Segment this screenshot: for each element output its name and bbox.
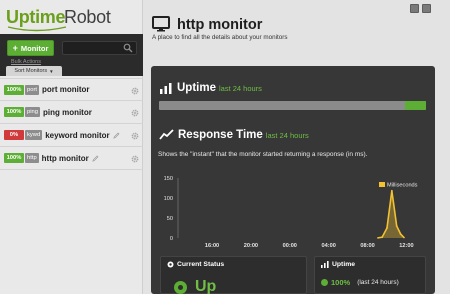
gear-icon[interactable]	[131, 109, 139, 117]
bulk-actions-link[interactable]: Bulk Actions	[11, 59, 41, 65]
chart-x-tick-label: 00:00	[283, 243, 297, 249]
chart-x-tick-label: 08:00	[360, 243, 374, 249]
uptime-summary-value: 100%	[331, 278, 351, 287]
chart-data-point	[390, 189, 393, 192]
sort-monitors-label: Sort Monitors	[14, 68, 48, 74]
search-icon[interactable]	[123, 43, 133, 53]
uptime-section-title: Uptime last 24 hours	[177, 82, 262, 94]
uptime-period: last 24 hours	[218, 84, 262, 93]
monitor-row-port[interactable]: 100% port port monitor	[0, 78, 143, 101]
uptime-bar-up-segment	[404, 101, 426, 110]
expand-icon[interactable]	[410, 4, 419, 13]
uptime-percent-badge: 100%	[4, 153, 24, 163]
chart-y-tick-label: 50	[167, 216, 173, 222]
chart-data-point	[381, 236, 384, 239]
monitor-type-badge: kywd	[25, 130, 43, 140]
response-time-chart: 150 100 50 0 16:00 20:00 00:00 04:00 08:00 12:00 M…	[164, 176, 418, 249]
response-time-section-title: Response Time last 24 hours	[178, 129, 309, 141]
monitor-name: http monitor	[41, 153, 89, 163]
current-status-card: Current Status Up	[160, 256, 307, 294]
chart-y-tick-label: 150	[164, 176, 173, 182]
uptimerobot-logo[interactable]: Uptime Robot	[6, 7, 116, 32]
chart-legend-swatch	[379, 182, 385, 187]
uptime-summary-card: Uptime 100% (last 24 hours)	[314, 256, 426, 294]
uptime-summary-period: (last 24 hours)	[357, 279, 399, 286]
chart-data-point	[386, 227, 388, 229]
monitor-type-badge: ping	[25, 107, 40, 117]
response-time-description: Shows the "instant" that the monitor sta…	[158, 151, 368, 158]
chart-legend-label: Milliseconds	[387, 183, 418, 189]
uptime-summary-title: Uptime	[332, 261, 356, 268]
add-monitor-label: Monitor	[20, 43, 49, 53]
chart-data-point	[395, 225, 398, 227]
uptime-bar	[159, 101, 426, 110]
response-time-period: last 24 hours	[265, 131, 309, 140]
status-up-icon	[174, 280, 187, 294]
chevron-down-icon: ▼	[49, 68, 54, 74]
monitor-screen-icon	[152, 16, 170, 32]
monitor-name: keyword monitor	[45, 130, 110, 140]
chart-x-tick-label: 16:00	[205, 243, 219, 249]
chart-y-tick-label: 100	[164, 196, 173, 202]
line-chart-icon	[159, 129, 174, 140]
uptime-title-text: Uptime	[177, 82, 216, 94]
uptime-percent-badge: 100%	[4, 107, 24, 117]
gear-icon[interactable]	[131, 132, 139, 140]
monitor-search[interactable]	[62, 41, 137, 60]
monitor-row-http[interactable]: 100% http http monitor	[0, 147, 143, 170]
status-dot-icon	[167, 261, 174, 268]
logo-text-uptime: Uptime	[6, 7, 66, 27]
current-status-title: Current Status	[177, 261, 225, 268]
chart-data-point	[399, 233, 402, 235]
pencil-icon[interactable]	[92, 155, 99, 162]
monitor-type-badge: port	[25, 84, 39, 95]
bar-chart-icon	[160, 83, 172, 94]
gear-icon[interactable]	[131, 155, 139, 163]
page-title: http monitor	[177, 17, 263, 33]
monitor-name: port monitor	[42, 85, 90, 94]
sort-monitors-button[interactable]: Sort Monitors ▼	[6, 66, 62, 76]
monitor-row-ping[interactable]: 100% ping ping monitor	[0, 101, 143, 124]
response-time-title-text: Response Time	[178, 129, 263, 141]
bar-chart-icon	[321, 261, 329, 268]
logo-swoosh-icon	[7, 26, 67, 32]
monitor-name: ping monitor	[42, 107, 92, 117]
settings-icon[interactable]	[422, 4, 431, 13]
page-subtitle: A place to find all the details about yo…	[152, 34, 288, 41]
monitor-row-keyword[interactable]: 0% kywd keyword monitor	[0, 124, 143, 147]
plus-icon: +	[12, 42, 18, 53]
up-status-dot-icon	[321, 279, 328, 286]
uptime-percent-badge: 0%	[4, 130, 24, 140]
monitor-type-badge: http	[25, 153, 39, 163]
sidebar: Uptime Robot + Monitor Bulk Actions Sort…	[0, 0, 143, 294]
add-monitor-button[interactable]: + Monitor	[7, 40, 54, 56]
chart-x-tick-label: 20:00	[244, 243, 258, 249]
logo-text-robot: Robot	[64, 7, 111, 27]
chart-x-tick-label: 12:00	[399, 243, 413, 249]
chart-y-tick-label: 0	[170, 236, 173, 242]
current-status-value: Up	[195, 278, 217, 294]
uptime-percent-badge: 100%	[4, 84, 24, 95]
search-input[interactable]	[63, 47, 123, 60]
gear-icon[interactable]	[131, 87, 139, 95]
pencil-icon[interactable]	[112, 132, 120, 139]
chart-x-tick-label: 04:00	[322, 243, 336, 249]
